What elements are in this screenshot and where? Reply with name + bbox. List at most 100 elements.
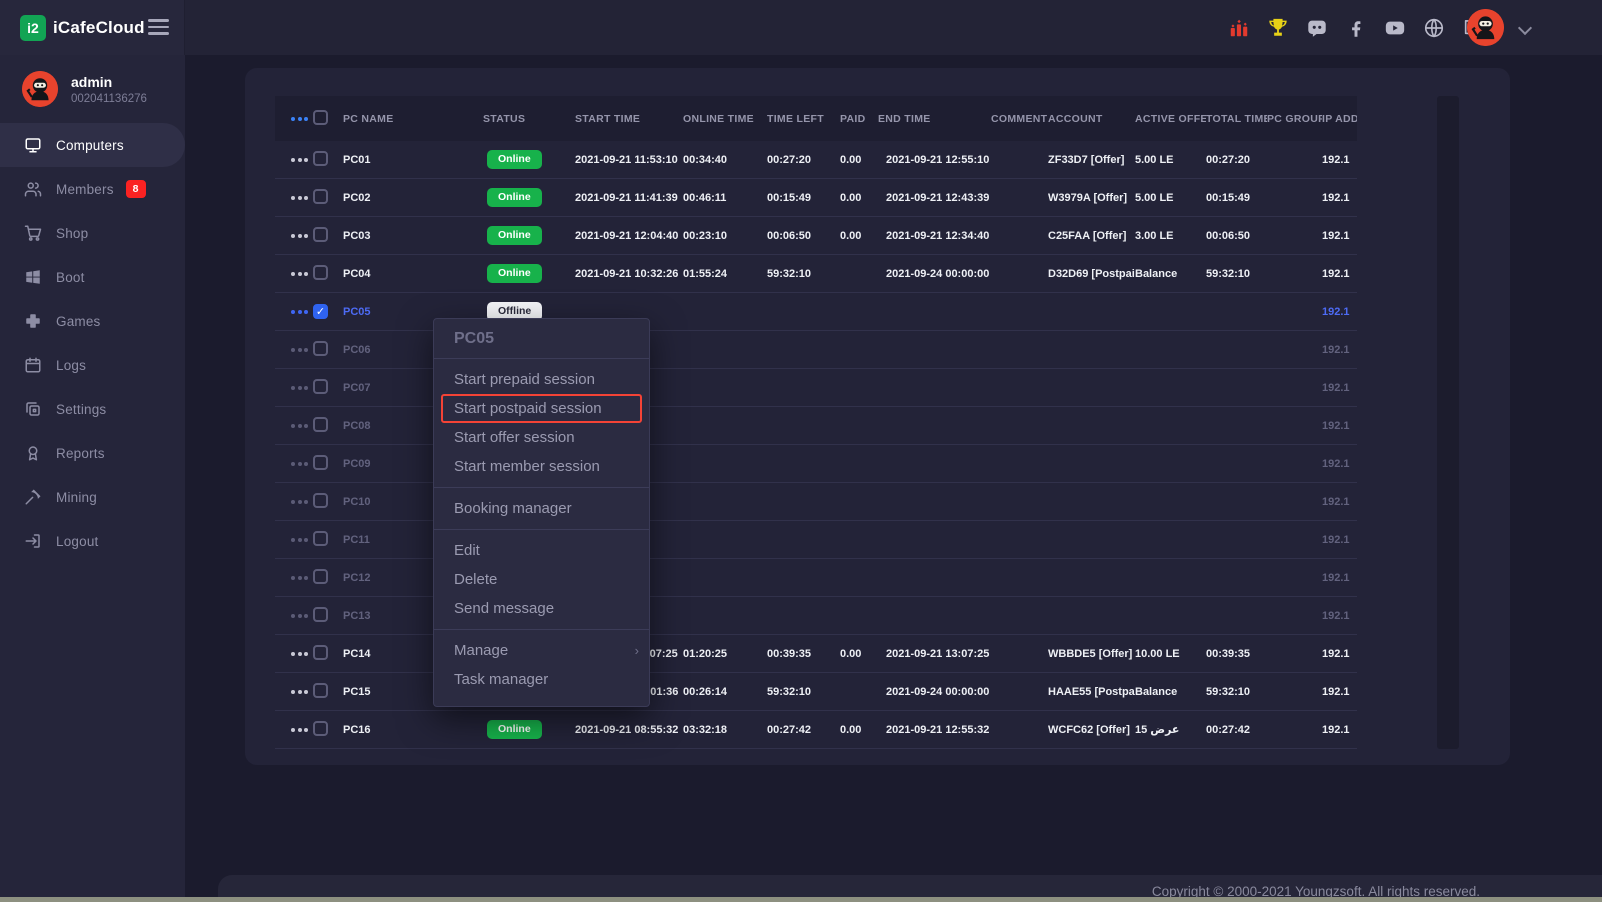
row-checkbox[interactable]: [313, 645, 328, 660]
row-actions-button[interactable]: [289, 154, 310, 166]
topbar-icons: [1228, 0, 1484, 55]
row-checkbox[interactable]: [313, 493, 328, 508]
menu-item-task-manager[interactable]: Task manager: [434, 665, 649, 694]
topbar: i2 iCafeCloud: [0, 0, 1602, 55]
sidebar-item-logs[interactable]: Logs: [0, 343, 185, 387]
row-checkbox[interactable]: [313, 721, 328, 736]
pc-name: PC05: [343, 306, 483, 318]
row-checkbox[interactable]: [313, 151, 328, 166]
sidebar-item-mining[interactable]: Mining: [0, 475, 185, 519]
menu-item-start-postpaid-session[interactable]: Start postpaid session: [441, 394, 642, 423]
row-checkbox[interactable]: [313, 417, 328, 432]
row-actions-button[interactable]: [289, 686, 310, 698]
active-offer: Balance: [1135, 686, 1206, 698]
menu-item-start-offer-session[interactable]: Start offer session: [434, 423, 649, 452]
sidebar-item-games[interactable]: Games: [0, 299, 185, 343]
row-checkbox[interactable]: [313, 683, 328, 698]
menu-item-manage[interactable]: Manage›: [434, 636, 649, 665]
total-time: 00:27:42: [1206, 724, 1267, 736]
menu-item-delete[interactable]: Delete: [434, 565, 649, 594]
sidebar-item-reports[interactable]: Reports: [0, 431, 185, 475]
sidebar-item-shop[interactable]: Shop: [0, 211, 185, 255]
pc-name: PC01: [343, 154, 483, 166]
row-actions-button[interactable]: [289, 458, 310, 470]
row-checkbox[interactable]: [313, 455, 328, 470]
row-checkbox[interactable]: [313, 227, 328, 242]
user-avatar[interactable]: [1467, 9, 1504, 46]
leaderboard-icon[interactable]: [1228, 17, 1250, 39]
row-actions-button[interactable]: [289, 344, 310, 356]
row-actions-button[interactable]: [289, 420, 310, 432]
paid: 0.00: [840, 154, 878, 166]
youtube-icon[interactable]: [1384, 17, 1406, 39]
sidebar-item-boot[interactable]: Boot: [0, 255, 185, 299]
row-checkbox[interactable]: [313, 304, 328, 319]
status-cell: Online: [483, 188, 567, 207]
row-actions-button[interactable]: [289, 724, 310, 736]
start-time: 2021-09-21 10:32:26: [567, 268, 683, 280]
menu-item-start-member-session[interactable]: Start member session: [434, 452, 649, 481]
status-badge: Online: [487, 188, 542, 207]
brand-logo-icon: i2: [20, 15, 46, 41]
row-actions-button[interactable]: [289, 648, 310, 660]
table-row: PC02 Online 2021-09-21 11:41:39 00:46:11…: [275, 179, 1357, 217]
menu-item-start-prepaid-session[interactable]: Start prepaid session: [434, 365, 649, 394]
sidebar-item-computers[interactable]: Computers: [0, 123, 185, 167]
active-offer: 15 عرض: [1135, 723, 1206, 736]
row-actions-button[interactable]: [289, 572, 310, 584]
table-scrollbar[interactable]: [1437, 96, 1459, 749]
column-header: PC GROUP: [1267, 113, 1322, 125]
row-actions-button[interactable]: [289, 306, 310, 318]
time-left: 00:06:50: [767, 230, 840, 242]
time-left: 00:27:42: [767, 724, 840, 736]
status-cell: Online: [483, 720, 567, 739]
facebook-icon[interactable]: [1345, 17, 1367, 39]
sidebar-item-logout[interactable]: Logout: [0, 519, 185, 563]
shop-icon: [24, 224, 42, 242]
discord-icon[interactable]: [1306, 17, 1328, 39]
header-actions-button[interactable]: [289, 113, 310, 125]
ip-address: 192.1: [1322, 154, 1357, 166]
row-actions-button[interactable]: [289, 496, 310, 508]
end-time: 2021-09-24 00:00:00: [878, 686, 991, 698]
chevron-down-icon[interactable]: [1518, 21, 1532, 35]
time-left: 00:27:20: [767, 154, 840, 166]
column-header: IP ADDRESS: [1322, 113, 1357, 125]
menu-item-edit[interactable]: Edit: [434, 536, 649, 565]
row-checkbox[interactable]: [313, 379, 328, 394]
ip-address: 192.1: [1322, 382, 1357, 394]
row-checkbox[interactable]: [313, 265, 328, 280]
bottom-edge-strip: [0, 897, 1602, 902]
row-checkbox[interactable]: [313, 569, 328, 584]
ip-address: 192.1: [1322, 420, 1357, 432]
sidebar-user-card[interactable]: admin 002041136276: [0, 55, 185, 123]
row-actions-button[interactable]: [289, 610, 310, 622]
row-actions-button[interactable]: [289, 534, 310, 546]
total-time: 00:27:20: [1206, 154, 1267, 166]
active-offer: 5.00 LE: [1135, 154, 1206, 166]
logout-icon: [24, 532, 42, 550]
online-time: 03:32:18: [683, 724, 767, 736]
row-actions-button[interactable]: [289, 382, 310, 394]
user-name: admin: [71, 74, 147, 90]
menu-item-booking-manager[interactable]: Booking manager: [434, 494, 649, 523]
row-actions-button[interactable]: [289, 268, 310, 280]
globe-icon[interactable]: [1423, 17, 1445, 39]
column-header: PC NAME: [343, 113, 483, 125]
row-checkbox[interactable]: [313, 531, 328, 546]
sidebar-toggle-button[interactable]: [148, 19, 169, 39]
row-actions-button[interactable]: [289, 192, 310, 204]
brand-name: iCafeCloud: [53, 18, 145, 38]
row-checkbox[interactable]: [313, 189, 328, 204]
row-checkbox[interactable]: [313, 341, 328, 356]
sidebar-item-members[interactable]: Members 8: [0, 167, 185, 211]
select-all-checkbox[interactable]: [313, 110, 328, 125]
context-menu-group: Manage›Task manager: [434, 629, 649, 700]
row-actions-button[interactable]: [289, 230, 310, 242]
row-checkbox[interactable]: [313, 607, 328, 622]
members-icon: [24, 180, 42, 198]
menu-item-send-message[interactable]: Send message: [434, 594, 649, 623]
ip-address: 192.1: [1322, 686, 1357, 698]
trophy-icon[interactable]: [1267, 17, 1289, 39]
sidebar-item-settings[interactable]: Settings: [0, 387, 185, 431]
